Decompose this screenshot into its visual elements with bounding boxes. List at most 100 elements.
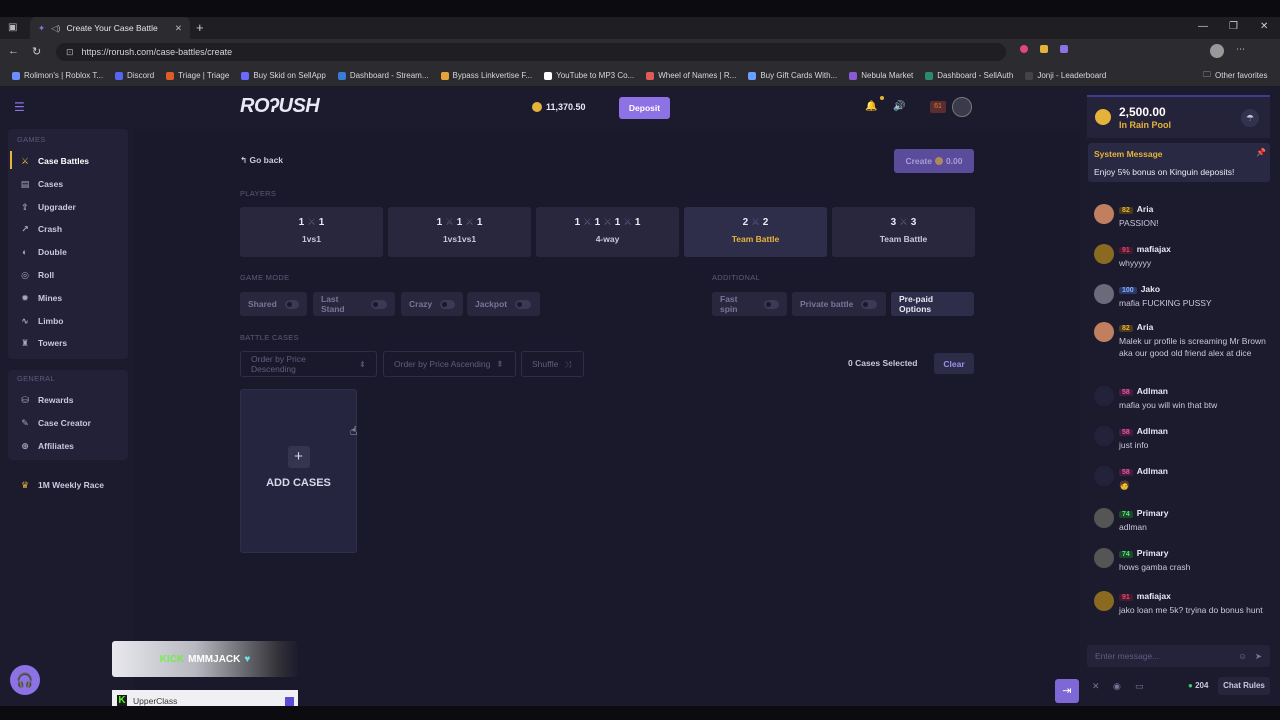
bookmark-item[interactable]: Triage | Triage [166, 71, 229, 80]
chat-input[interactable]: Enter message... ☺ ➤ [1087, 645, 1270, 667]
mode-card-4[interactable]: 3 ⚔ 3 Team Battle [832, 207, 975, 257]
menu-toggle-icon[interactable]: ☰ [14, 100, 25, 114]
sidebar-item-upgrader[interactable]: ⇪ Upgrader [20, 202, 76, 212]
sidebar-item-double[interactable]: ◐ Double [20, 247, 67, 257]
sidebar-item-crash[interactable]: ↗ Crash [20, 224, 62, 234]
bookmark-item[interactable]: Jonji - Leaderboard [1025, 71, 1106, 80]
back-icon[interactable]: ← [8, 45, 19, 57]
tab-actions-icon[interactable]: ▣ [8, 22, 17, 33]
rain-info-icon[interactable]: ☂ [1241, 109, 1259, 127]
bookmark-item[interactable]: Buy Skid on SellApp [241, 71, 326, 80]
close-tab-icon[interactable]: ✕ [175, 23, 182, 34]
chat-username[interactable]: Primary [1137, 548, 1169, 558]
sidebar-item-mines[interactable]: ✹ Mines [20, 293, 62, 303]
send-icon[interactable]: ➤ [1255, 651, 1262, 662]
sidebar-item-roll[interactable]: ◎ Roll [20, 270, 54, 280]
extension-icon[interactable] [1040, 45, 1048, 53]
mode-card-1[interactable]: 1 ⚔ 1 ⚔ 1 1vs1vs1 [388, 207, 531, 257]
toggle-shared[interactable]: Shared [240, 292, 307, 316]
shuffle-button[interactable]: Shuffle ⤨ [521, 351, 584, 377]
chat-avatar[interactable] [1094, 386, 1114, 406]
sidebar-item-rewards[interactable]: ⛁ Rewards [20, 395, 73, 405]
toggle-crazy[interactable]: Crazy [401, 292, 463, 316]
speaker-icon[interactable]: ◁) [51, 23, 60, 34]
minimize-icon[interactable]: — [1198, 21, 1208, 32]
switch[interactable] [763, 299, 779, 309]
bookmark-item[interactable]: Dashboard - SellAuth [925, 71, 1013, 80]
mode-card-0[interactable]: 1 ⚔ 1 1vs1 [240, 207, 383, 257]
other-favorites[interactable]: 🗀 Other favorites [1203, 69, 1267, 83]
sidebar-item-towers[interactable]: ♜ Towers [20, 338, 67, 348]
bell-icon[interactable]: 🔔 [865, 101, 877, 112]
chat-username[interactable]: Aria [1137, 322, 1154, 332]
chat-icon[interactable]: ▭ [1135, 681, 1144, 692]
bookmark-item[interactable]: Dashboard - Stream... [337, 71, 429, 80]
discord-icon[interactable]: ◉ [1113, 681, 1121, 692]
chat-avatar[interactable] [1094, 426, 1114, 446]
switch[interactable] [440, 299, 455, 309]
sort-asc-button[interactable]: Order by Price Ascending ⇞ [383, 351, 516, 377]
volume-icon[interactable]: 🔊 [893, 101, 905, 112]
switch[interactable] [515, 299, 532, 309]
sidebar-item-weekly-race[interactable]: ♛ 1M Weekly Race [20, 480, 104, 490]
chat-username[interactable]: Primary [1137, 508, 1169, 518]
sidebar-item-limbo[interactable]: ∿ Limbo [20, 316, 63, 326]
bookmark-item[interactable]: Nebula Market [849, 71, 913, 80]
chat-avatar[interactable] [1094, 322, 1114, 342]
sidebar-item-affiliates[interactable]: ⊕ Affiliates [20, 441, 74, 451]
maximize-icon[interactable]: ❐ [1229, 21, 1238, 32]
chat-avatar[interactable] [1094, 244, 1114, 264]
sidebar-item-case-creator[interactable]: ✎ Case Creator [20, 418, 91, 428]
user-avatar[interactable] [952, 97, 972, 117]
bookmark-item[interactable]: Discord [115, 71, 154, 80]
mode-card-3[interactable]: 2 ⚔ 2 Team Battle [684, 207, 827, 257]
chat-rules-button[interactable]: Chat Rules [1218, 677, 1270, 695]
support-headset-icon[interactable]: 🎧 [10, 665, 40, 695]
emoji-icon[interactable]: ☺ [1238, 651, 1247, 661]
close-window-icon[interactable]: ✕ [1260, 21, 1268, 32]
deposit-button[interactable]: Deposit [619, 97, 670, 119]
bookmark-item[interactable]: Bypass Linkvertise F... [440, 71, 532, 80]
extension-icon[interactable] [1020, 45, 1028, 53]
switch[interactable] [861, 299, 878, 309]
chat-username[interactable]: Adlman [1137, 426, 1168, 436]
chat-username[interactable]: Adlman [1137, 386, 1168, 396]
bookmark-item[interactable]: Buy Gift Cards With... [748, 71, 837, 80]
toggle-last-stand[interactable]: Last Stand [313, 292, 395, 316]
sidebar-item-cases[interactable]: ▤ Cases [20, 179, 63, 189]
toggle-jackpot[interactable]: Jackpot [467, 292, 540, 316]
add-cases-card[interactable]: + ADD CASES [240, 389, 357, 553]
chat-avatar[interactable] [1094, 284, 1114, 304]
bookmark-item[interactable]: YouTube to MP3 Co... [544, 71, 634, 80]
site-info-icon[interactable]: ⊡ [66, 47, 74, 58]
bookmark-item[interactable]: Wheel of Names | R... [646, 71, 736, 80]
toggle-fast-spin[interactable]: Fast spin [712, 292, 787, 316]
chat-avatar[interactable] [1094, 548, 1114, 568]
chat-avatar[interactable] [1094, 508, 1114, 528]
chat-username[interactable]: mafiajax [1137, 244, 1171, 254]
new-tab-icon[interactable]: + [196, 20, 204, 35]
go-back-link[interactable]: ↰ Go back [240, 155, 283, 166]
chat-username[interactable]: Jako [1141, 284, 1160, 294]
chat-avatar[interactable] [1094, 591, 1114, 611]
extension-icon[interactable] [1060, 45, 1068, 53]
twitter-icon[interactable]: ✕ [1092, 681, 1100, 692]
prepaid-options-button[interactable]: Pre-paid Options [891, 292, 974, 316]
switch[interactable] [284, 299, 299, 309]
url-input[interactable]: ⊡ https://rorush.com/case-battles/create [56, 43, 1006, 61]
browser-tab-active[interactable]: ✦ ◁) Create Your Case Battle ✕ [30, 17, 190, 39]
site-logo[interactable]: ROʔUSH [240, 95, 320, 118]
chat-username[interactable]: Aria [1137, 204, 1154, 214]
profile-avatar[interactable] [1210, 44, 1224, 58]
toggle-private-battle[interactable]: Private battle [792, 292, 886, 316]
mode-card-2[interactable]: 1 ⚔ 1 ⚔ 1 ⚔ 1 4-way [536, 207, 679, 257]
create-battle-button[interactable]: Create 0.00 [894, 149, 974, 173]
sort-desc-button[interactable]: Order by Price Descending ⇟ [240, 351, 377, 377]
refresh-icon[interactable]: ↻ [32, 45, 41, 58]
chat-avatar[interactable] [1094, 466, 1114, 486]
sidebar-item-case-battles[interactable]: ⚔ Case Battles [20, 156, 89, 166]
switch[interactable] [371, 299, 387, 309]
chat-username[interactable]: Adlman [1137, 466, 1168, 476]
clear-button[interactable]: Clear [934, 353, 974, 374]
more-menu-icon[interactable]: ⋯ [1236, 44, 1245, 55]
